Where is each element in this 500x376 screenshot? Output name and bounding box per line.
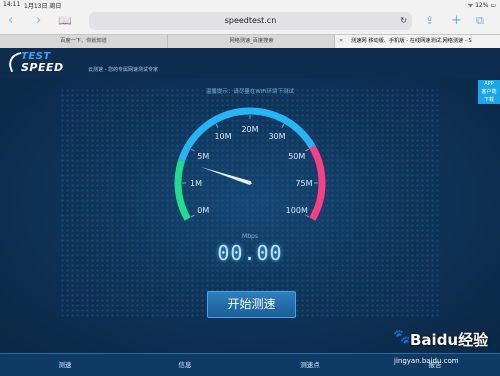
start-test-button[interactable]: 开始测速 — [207, 291, 296, 318]
gauge-needle — [200, 166, 252, 185]
share-icon[interactable]: ⇪ — [425, 13, 434, 29]
gauge-layer: 0M 1M 5M 10M 20M 30M 50M 75M 100M — [174, 107, 326, 221]
speed-readout: 00.00 — [217, 241, 283, 265]
chevron-right-icon[interactable]: › — [36, 13, 41, 29]
close-icon[interactable]: ✕ — [339, 38, 343, 44]
app-badge-line: 下载 — [483, 97, 494, 103]
address-bar[interactable]: speedtest.cn ↻ — [89, 12, 412, 30]
speed-unit-label: Mbps — [242, 233, 258, 240]
nav-speedtest[interactable]: 测速 — [20, 354, 110, 376]
nav-test-servers[interactable]: 测速点 — [265, 354, 355, 376]
gauge-tick-label: 1M — [190, 179, 202, 188]
watermark-brand: Baidu经验 — [410, 331, 489, 349]
gauge-tick-label: 100M — [286, 206, 308, 215]
gauge-tick-label: 5M — [197, 152, 209, 161]
paw-icon: 🐾 — [393, 329, 411, 345]
status-indicators: ᯤ 12% ▭ — [467, 2, 496, 9]
status-bar: 14:11 1月13日 周日 ᯤ 12% ▭ — [0, 0, 500, 10]
gauge-tick-mark — [190, 148, 195, 152]
baidu-watermark: 🐾 Baidu经验 jingyan.baidu.com — [390, 325, 500, 375]
tab-speedtest[interactable]: ✕ 测速网 移动版、手机版 - 在线网速测试,网络测速 - S — [334, 35, 500, 48]
gauge-tick-mark — [190, 214, 195, 218]
reload-icon[interactable]: ↻ — [400, 12, 407, 30]
plus-icon[interactable]: + — [451, 13, 462, 29]
tab-baidu-search[interactable]: 网络测速_百度搜索 — [167, 35, 335, 48]
app-download-badge[interactable]: APP 客户端 下载 — [478, 80, 500, 104]
gauge-tick-label: 0M — [197, 206, 209, 215]
app-badge-line: 客户端 — [481, 89, 497, 95]
gauge-tick-label: 50M — [288, 152, 305, 161]
gauge-tick-label: 75M — [295, 179, 312, 188]
url-text: speedtest.cn — [224, 16, 277, 25]
gauge-tick-mark — [281, 123, 285, 128]
browser-toolbar: ‹ › 📖 speedtest.cn ↻ ⇪ + ⧉ — [0, 9, 500, 34]
site-header: TEST SPEED 云测速 - 您的专属网速测试专家 — [0, 48, 500, 79]
speedtest-logo[interactable]: TEST SPEED — [5, 50, 70, 76]
tab-label: 测速网 移动版、手机版 - 在线网速测试,网络测速 - S — [351, 38, 472, 44]
app-badge-line: APP — [484, 81, 494, 87]
wifi-notice: 温馨提示：请尽量在WiFi环境下测试 — [205, 89, 295, 95]
tab-bar: 百度一下，你就知道 网络测速_百度搜索 ✕ 测速网 移动版、手机版 - 在线网速… — [0, 34, 500, 49]
gauge-tick-mark — [215, 123, 219, 128]
gauge-tick-mark — [305, 214, 310, 218]
nav-info[interactable]: 信息 — [140, 354, 230, 376]
gauge-tick-mark — [305, 148, 310, 152]
logo-text-bottom: SPEED — [21, 61, 64, 74]
site-slogan: 云测速 - 您的专属网速测试专家 — [88, 67, 158, 73]
watermark-url: jingyan.baidu.com — [394, 357, 459, 365]
gauge-tick-label: 30M — [268, 132, 285, 141]
gauge-tick-label: 20M — [241, 125, 258, 134]
gauge-tick-label: 10M — [214, 132, 231, 141]
book-icon[interactable]: 📖 — [58, 13, 72, 29]
status-time: 14:11 — [3, 1, 21, 8]
tabs-icon[interactable]: ⧉ — [476, 13, 484, 29]
chevron-left-icon[interactable]: ‹ — [8, 13, 13, 29]
gauge-arc-segment — [174, 159, 191, 221]
tab-label: 百度一下，你就知道 — [60, 38, 107, 44]
tab-baidu-home[interactable]: 百度一下，你就知道 — [0, 35, 167, 48]
tab-label: 网络测速_百度搜索 — [229, 38, 274, 44]
